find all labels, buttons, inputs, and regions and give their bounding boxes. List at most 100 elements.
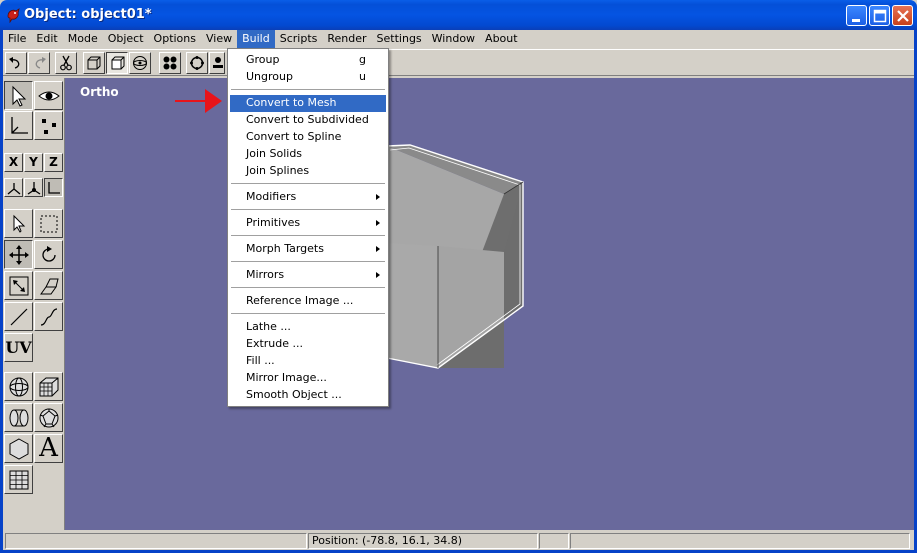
rotate-view-button[interactable] [186,52,208,74]
scene-canvas[interactable] [65,78,914,530]
cylinder-primitive-button[interactable] [4,403,33,432]
menuitem-label: Reference Image ... [246,294,354,307]
select-arrow-button[interactable] [4,81,33,110]
menuitem-convert-to-spline[interactable]: Convert to Spline [230,129,386,146]
sphere-primitive-button[interactable] [4,372,33,401]
menuitem-mirrors[interactable]: Mirrors [230,267,386,284]
paint-icon [213,57,223,68]
axis-z-toggle[interactable]: Z [44,153,63,172]
grid-cube-icon [39,377,59,397]
axis-y-toggle[interactable]: Y [24,153,43,172]
menuitem-primitives[interactable]: Primitives [230,215,386,232]
marquee-select-button[interactable] [34,209,63,238]
box-object[interactable] [386,144,524,369]
menuitem-group[interactable]: Group g [230,52,386,69]
menuitem-modifiers[interactable]: Modifiers [230,189,386,206]
menuitem-mirror-image[interactable]: Mirror Image... [230,370,386,387]
shear-tool-button[interactable] [34,271,63,300]
cylinder-icon [9,409,29,427]
paint-button[interactable] [209,52,225,74]
close-button[interactable] [892,5,913,26]
status-bar: Position: (-78.8, 16.1, 34.8) [3,531,914,550]
marquee-icon [40,215,58,233]
menu-settings[interactable]: Settings [372,30,427,48]
ortho-viewport[interactable]: Ortho [65,78,914,530]
menu-render[interactable]: Render [322,30,371,48]
cube-view-icon [111,56,125,70]
shear-icon [40,278,59,295]
sphere-view-button[interactable] [129,52,151,74]
world-axis-button[interactable] [24,178,43,197]
points-button[interactable] [159,52,181,74]
menu-separator [231,89,385,91]
menuitem-lathe[interactable]: Lathe ... [230,319,386,336]
menuitem-label: Ungroup [246,70,293,83]
submenu-arrow-icon [376,246,380,252]
status-panel-small [539,533,569,549]
minimize-button[interactable] [846,5,867,26]
local-axis-button[interactable] [4,178,23,197]
screen-axis-button[interactable] [44,178,63,197]
grid-plane-primitive-button[interactable] [4,465,33,494]
undo-button[interactable] [5,52,27,74]
menu-separator [231,313,385,315]
hexagon-icon [9,438,29,460]
eye-icon [38,91,60,101]
scale-icon [9,276,29,296]
menuitem-label: Mirrors [246,268,285,281]
menu-options[interactable]: Options [149,30,201,48]
menuitem-smooth-object[interactable]: Smooth Object ... [230,387,386,404]
cut-button[interactable] [55,52,77,74]
select-tool-button[interactable] [4,209,33,238]
dots-icon [163,56,177,70]
menuitem-label: Group [246,53,280,66]
menuitem-shortcut: u [359,70,366,83]
menuitem-join-splines[interactable]: Join Splines [230,163,386,180]
menu-object[interactable]: Object [103,30,149,48]
redo-button[interactable] [28,52,50,74]
move-tool-button[interactable] [4,240,33,269]
menuitem-label: Join Solids [246,147,303,160]
menuitem-ungroup[interactable]: Ungroup u [230,69,386,86]
vertex-mode-button[interactable] [34,111,63,140]
maximize-button[interactable] [869,5,890,26]
line-tool-button[interactable] [4,302,33,331]
cube-view-button[interactable] [106,52,128,74]
curve-tool-button[interactable] [34,302,63,331]
box-view-button[interactable] [83,52,105,74]
menu-mode[interactable]: Mode [63,30,103,48]
rotate-tool-button[interactable] [34,240,63,269]
uv-tool-button[interactable]: UV [4,333,33,362]
menu-view[interactable]: View [201,30,237,48]
view-eye-button[interactable] [34,81,63,110]
geosphere-icon [39,408,59,428]
bird-app-icon[interactable] [5,7,21,23]
menu-separator [231,183,385,185]
menuitem-label: Smooth Object ... [246,388,342,401]
geosphere-primitive-button[interactable] [34,403,63,432]
menuitem-fill[interactable]: Fill ... [230,353,386,370]
axis-x-toggle[interactable]: X [4,153,23,172]
menu-window[interactable]: Window [427,30,480,48]
grid-cube-primitive-button[interactable] [34,372,63,401]
menuitem-reference-image[interactable]: Reference Image ... [230,293,386,310]
menu-about[interactable]: About [480,30,523,48]
menu-edit[interactable]: Edit [31,30,62,48]
axis-button[interactable] [4,111,33,140]
menu-separator [231,261,385,263]
menu-separator [231,235,385,237]
menu-build[interactable]: Build [237,30,275,48]
submenu-arrow-icon [376,272,380,278]
text-primitive-button[interactable]: A [34,434,63,463]
menuitem-label: Join Splines [246,164,310,177]
menuitem-extrude[interactable]: Extrude ... [230,336,386,353]
menuitem-join-solids[interactable]: Join Solids [230,146,386,163]
menuitem-morph-targets[interactable]: Morph Targets [230,241,386,258]
toolbar [3,49,914,76]
menu-scripts[interactable]: Scripts [275,30,323,48]
menuitem-convert-to-subdivided[interactable]: Convert to Subdivided [230,112,386,129]
menuitem-convert-to-mesh[interactable]: Convert to Mesh [230,95,386,112]
menu-file[interactable]: File [3,30,31,48]
scale-tool-button[interactable] [4,271,33,300]
polygon-primitive-button[interactable] [4,434,33,463]
